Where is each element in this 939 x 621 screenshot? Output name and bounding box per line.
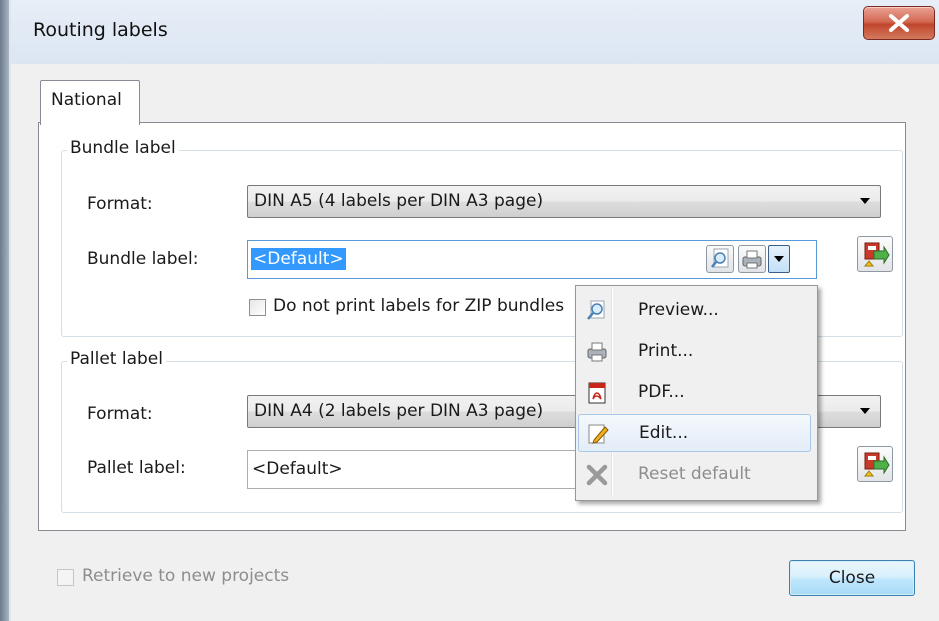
preview-icon [587,300,605,320]
pallet-group-title: Pallet label [67,349,166,369]
pallet-label-value[interactable]: <Default> [252,459,343,479]
pallet-format-label: Format: [87,404,153,424]
bundle-label-field[interactable]: <Default> [247,240,817,279]
printer-icon [587,342,607,362]
chevron-down-icon [860,408,870,414]
pdf-icon [588,382,606,404]
bundle-group-title: Bundle label [67,138,179,158]
tab-national-label: National [51,90,122,110]
bundle-format-select[interactable]: DIN A5 (4 labels per DIN A3 page) [247,185,881,218]
menu-item-pdf[interactable]: PDF... [578,374,813,412]
label-actions-menu: Preview... Print... PDF... Edit... Reset… [575,285,818,501]
menu-item-label: Preview... [638,300,719,320]
menu-item-label: Print... [638,341,694,361]
print-button[interactable] [738,245,766,273]
printer-icon [742,250,762,269]
bundle-format-value: DIN A5 (4 labels per DIN A3 page) [254,191,544,211]
window-title: Routing labels [33,19,168,41]
pallet-import-button[interactable] [857,446,893,482]
zip-checkbox[interactable] [249,299,266,316]
preview-icon [711,248,729,268]
label-actions-dropdown-button[interactable] [768,245,790,273]
bundle-label-label: Bundle label: [87,249,199,269]
bundle-import-button[interactable] [857,236,893,272]
import-label-icon [863,452,890,477]
close-icon [889,14,909,32]
background-window-edge [0,0,9,621]
menu-item-label: Reset default [638,464,751,484]
close-button[interactable]: Close [789,560,915,596]
menu-item-reset-default[interactable]: Reset default [578,456,813,494]
retrieve-checkbox-label: Retrieve to new projects [82,566,290,586]
reset-x-icon [586,464,608,486]
menu-item-label: PDF... [638,382,685,402]
bundle-format-label: Format: [87,194,153,214]
tab-national[interactable]: National [40,80,140,125]
title-bar: Routing labels [11,0,939,64]
menu-item-label: Edit... [639,423,689,443]
import-label-icon [863,242,890,267]
chevron-down-icon [860,198,870,204]
zip-checkbox-label: Do not print labels for ZIP bundles [273,296,565,316]
retrieve-checkbox[interactable] [57,569,74,586]
window-close-button[interactable] [863,6,935,40]
close-button-label: Close [828,568,876,588]
pallet-format-value: DIN A4 (2 labels per DIN A3 page) [254,401,544,421]
menu-item-print[interactable]: Print... [578,333,813,371]
preview-button[interactable] [706,245,734,273]
edit-pencil-icon [588,424,609,444]
menu-item-preview[interactable]: Preview... [578,292,813,330]
pallet-label-label: Pallet label: [87,458,186,478]
menu-item-edit[interactable]: Edit... [578,414,811,452]
bundle-label-value[interactable]: <Default> [251,248,346,270]
